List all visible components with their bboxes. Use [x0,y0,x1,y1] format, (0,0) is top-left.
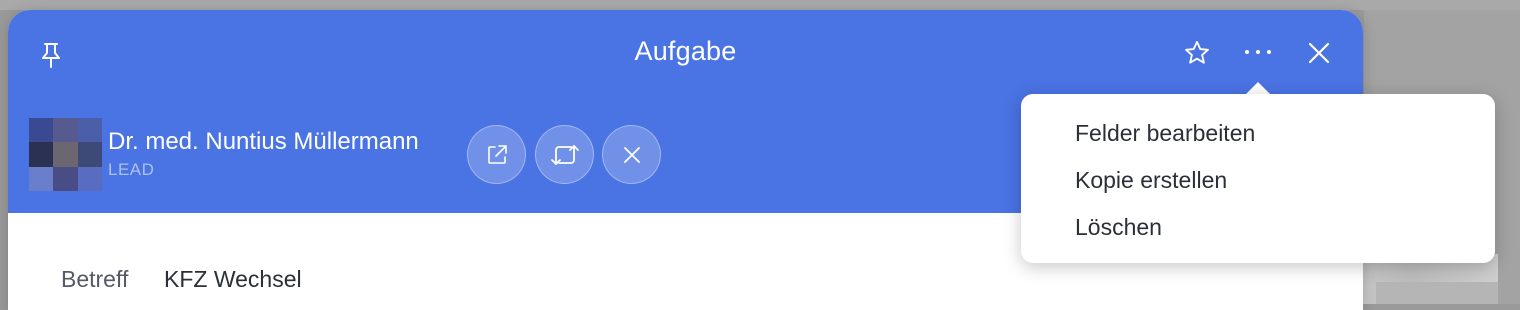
menu-item-edit-fields[interactable]: Felder bearbeiten [1075,120,1255,147]
avatar [29,118,102,191]
close-icon[interactable] [1306,39,1332,67]
close-icon [623,146,640,163]
more-horizontal-icon[interactable] [1243,40,1273,64]
menu-item-delete[interactable]: Löschen [1075,214,1162,241]
more-options-menu: Felder bearbeiten Kopie erstellen Lösche… [1021,94,1495,263]
avatar-tile [53,118,78,143]
avatar-tile [77,142,102,167]
swap-icon [550,144,579,165]
avatar-tile [77,118,102,143]
avatar-tile [77,166,102,191]
avatar-tile [53,142,78,167]
contact-name[interactable]: Dr. med. Nuntius Müllermann [108,128,419,156]
avatar-tile [29,142,54,167]
external-link-icon [487,144,507,164]
avatar-tile [29,166,54,191]
contact-role: LEAD [108,160,155,179]
avatar-tile [29,118,54,143]
change-contact-button[interactable] [535,125,594,184]
subject-value[interactable]: KFZ Wechsel [164,266,302,293]
avatar-tile [53,166,78,191]
modal-title: Aufgabe [634,36,737,66]
menu-item-create-copy[interactable]: Kopie erstellen [1075,167,1227,194]
open-contact-button[interactable] [467,125,526,184]
remove-contact-button[interactable] [602,125,661,184]
background-strip [0,0,1520,10]
star-icon[interactable] [1182,38,1212,68]
subject-label: Betreff [61,266,129,292]
